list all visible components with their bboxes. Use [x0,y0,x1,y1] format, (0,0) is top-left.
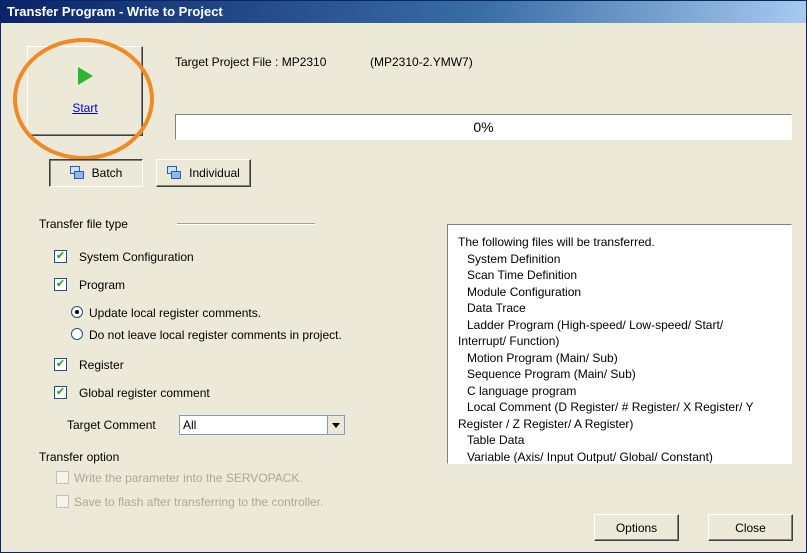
target-comment-select[interactable]: All [179,415,345,435]
program-label: Program [79,278,126,292]
update-comments-label: Update local register comments. [89,306,262,320]
highlight-circle [13,38,154,160]
target-project-file: (MP2310-2.YMW7) [370,55,473,69]
file-list-box: The following files will be transferred.… [447,224,792,464]
individual-icon [167,165,183,181]
save-flash-label: Save to flash after transferring to the … [74,495,324,509]
file-list-item: System Definition [467,251,561,266]
file-list-header: The following files will be transferred. [458,235,655,249]
progress-bar: 0% [175,114,792,140]
target-project-label: Target Project File : MP2310 [175,55,327,69]
progress-text: 0% [473,119,494,135]
program-checkbox[interactable]: ✔ [54,278,67,291]
no-leave-comments-label: Do not leave local register comments in … [89,328,342,342]
file-list-item: Interrupt/ Function) [458,334,560,348]
divider [177,223,315,224]
no-leave-comments-radio[interactable] [71,328,83,340]
individual-button[interactable]: Individual [156,159,251,187]
target-comment-value: All [183,418,197,432]
file-list-item: Module Configuration [467,284,582,299]
file-list-item: Scan Time Definition [467,268,578,282]
window-title: Transfer Program - Write to Project [1,1,806,23]
options-label: Options [615,520,658,535]
file-list-item: Variable (Axis/ Input Output/ Global/ Co… [467,449,713,464]
target-comment-label: Target Comment [67,418,156,432]
close-label: Close [735,520,766,535]
file-list-item: Sequence Program (Main/ Sub) [467,367,636,381]
register-label: Register [79,358,124,372]
file-list-item: Register / Z Register/ A Register) [458,416,634,431]
file-list-item: Motion Program (Main/ Sub) [467,350,618,365]
file-list-item: Table Data [467,433,525,447]
batch-icon [69,165,86,181]
dropdown-arrow-icon[interactable] [327,416,344,434]
file-list-item: Ladder Program (High-speed/ Low-speed/ S… [467,317,724,332]
file-list-item: Data Trace [467,301,526,315]
options-button[interactable]: Options [594,514,679,541]
file-list-item: C language program [467,383,577,398]
write-parameter-checkbox[interactable] [56,471,69,484]
system-configuration-checkbox[interactable]: ✔ [54,250,67,263]
register-checkbox[interactable]: ✔ [54,358,67,371]
individual-label: Individual [189,166,240,180]
global-comment-label: Global register comment [79,386,210,400]
transfer-file-type-heading: Transfer file type [39,217,128,231]
batch-button[interactable]: Batch [49,159,143,187]
update-comments-radio[interactable] [71,306,83,318]
global-comment-checkbox[interactable]: ✔ [54,386,67,399]
save-flash-checkbox[interactable] [56,495,69,508]
transfer-option-heading: Transfer option [39,450,120,464]
transfer-dialog: Transfer Program - Write to Project Star… [0,0,807,553]
system-configuration-label: System Configuration [79,250,194,264]
batch-label: Batch [91,166,123,180]
file-list-item: Local Comment (D Register/ # Register/ X… [467,400,754,414]
write-parameter-label: Write the parameter into the SERVOPACK. [74,471,303,485]
close-button[interactable]: Close [708,514,793,541]
